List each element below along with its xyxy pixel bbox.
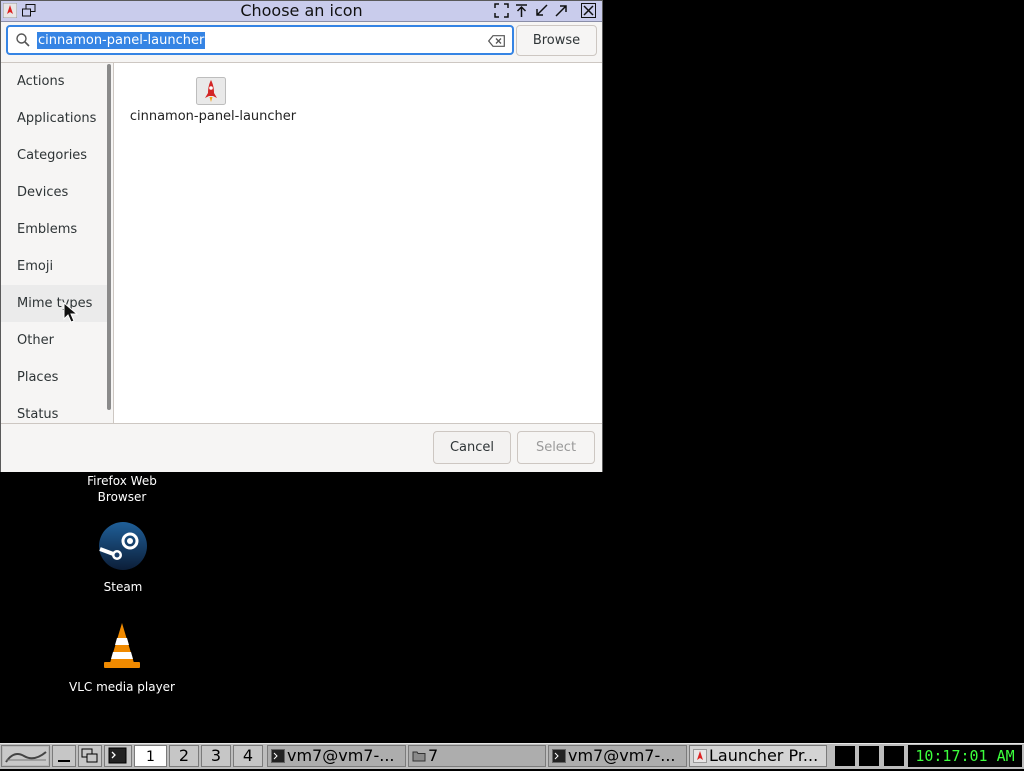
minimize-icon	[536, 4, 548, 16]
icewm-logo-icon	[3, 747, 48, 765]
maximize-button[interactable]	[554, 3, 569, 18]
category-emblems[interactable]: Emblems	[1, 211, 109, 248]
rocket-launcher-icon	[196, 77, 226, 105]
desktop-firefox-label: Firefox Web Browser	[87, 474, 157, 504]
minimize-all-icon	[58, 760, 70, 762]
clear-text-icon[interactable]	[488, 35, 505, 47]
choose-icon-dialog: Choose an icon cinnamon-panel-launcher B…	[0, 0, 603, 472]
window-title: Choose an icon	[240, 1, 363, 20]
titlebar[interactable]: Choose an icon	[1, 1, 602, 22]
category-emoji[interactable]: Emoji	[1, 248, 109, 285]
workspace-1[interactable]: 1	[134, 745, 167, 767]
category-other[interactable]: Other	[1, 322, 109, 359]
close-icon	[581, 3, 596, 18]
network-monitor[interactable]	[859, 746, 879, 766]
roll-up-button[interactable]	[514, 3, 529, 18]
close-button[interactable]	[581, 3, 596, 18]
category-applications[interactable]: Applications	[1, 100, 109, 137]
start-menu-button[interactable]	[1, 745, 50, 767]
category-mime-types[interactable]: Mime types	[1, 285, 109, 322]
search-query-text[interactable]: cinnamon-panel-launcher	[37, 32, 206, 49]
category-list: Actions Applications Categories Devices …	[1, 62, 113, 424]
folder-icon	[412, 751, 426, 762]
category-scrollbar[interactable]	[107, 64, 111, 410]
desktop-vlc[interactable]: VLC media player	[62, 621, 182, 695]
terminal-icon	[552, 749, 566, 763]
desktop-firefox[interactable]: Firefox Web Browser	[62, 473, 182, 505]
browse-button[interactable]: Browse	[516, 25, 597, 56]
vlc-cone-icon	[104, 623, 140, 668]
fullscreen-icon	[494, 3, 509, 18]
category-actions[interactable]: Actions	[1, 63, 109, 100]
task-terminal-1[interactable]: vm7@vm7-...	[267, 745, 406, 767]
category-devices[interactable]: Devices	[1, 174, 109, 211]
dialog-footer: Cancel Select	[1, 423, 602, 472]
desktop-steam[interactable]: Steam	[63, 521, 183, 595]
task-folder[interactable]: 7	[408, 745, 546, 767]
search-input[interactable]: cinnamon-panel-launcher	[6, 25, 514, 55]
workspace-4[interactable]: 4	[233, 745, 263, 767]
task-folder-label: 7	[428, 746, 439, 765]
desktop-steam-label: Steam	[103, 580, 143, 594]
workspace-3[interactable]: 3	[201, 745, 231, 767]
arrow-up-icon	[516, 4, 527, 17]
desktop-vlc-label: VLC media player	[68, 680, 175, 694]
terminal-icon	[108, 747, 127, 764]
fullscreen-button[interactable]	[494, 3, 509, 18]
icon-grid: cinnamon-panel-launcher	[113, 62, 602, 423]
terminal-icon	[271, 749, 285, 763]
taskbar: 1 2 3 4 vm7@vm7-... 7 vm7@vm7-... Launch…	[0, 743, 1024, 769]
search-icon	[16, 33, 30, 47]
task-terminal-1-label: vm7@vm7-...	[287, 746, 395, 765]
category-categories[interactable]: Categories	[1, 137, 109, 174]
launcher-icon	[693, 749, 707, 763]
mouse-cursor-icon	[63, 302, 79, 323]
window-list-button[interactable]	[78, 745, 102, 767]
memory-monitor[interactable]	[884, 746, 904, 766]
category-places[interactable]: Places	[1, 359, 109, 396]
show-desktop-button[interactable]	[52, 745, 76, 767]
maximize-icon	[555, 5, 567, 17]
workspace-1-label: 1	[146, 749, 155, 765]
minimize-button[interactable]	[534, 3, 549, 18]
terminal-launcher-button[interactable]	[104, 745, 132, 767]
cpu-monitor[interactable]	[835, 746, 855, 766]
category-status[interactable]: Status	[1, 396, 109, 424]
icon-result-label: cinnamon-panel-launcher	[129, 109, 297, 124]
icon-result-item[interactable]: cinnamon-panel-launcher	[128, 77, 298, 127]
clock[interactable]: 10:17:01 AM	[908, 745, 1022, 767]
select-button[interactable]: Select	[517, 431, 595, 464]
steam-icon	[99, 522, 147, 570]
task-launcher-properties[interactable]: Launcher Pr...	[689, 745, 827, 767]
task-terminal-2[interactable]: vm7@vm7-...	[548, 745, 687, 767]
task-launcher-label: Launcher Pr...	[709, 746, 819, 765]
task-terminal-2-label: vm7@vm7-...	[568, 746, 676, 765]
cancel-button[interactable]: Cancel	[433, 431, 511, 464]
window-list-icon	[81, 748, 98, 763]
workspace-2[interactable]: 2	[169, 745, 199, 767]
